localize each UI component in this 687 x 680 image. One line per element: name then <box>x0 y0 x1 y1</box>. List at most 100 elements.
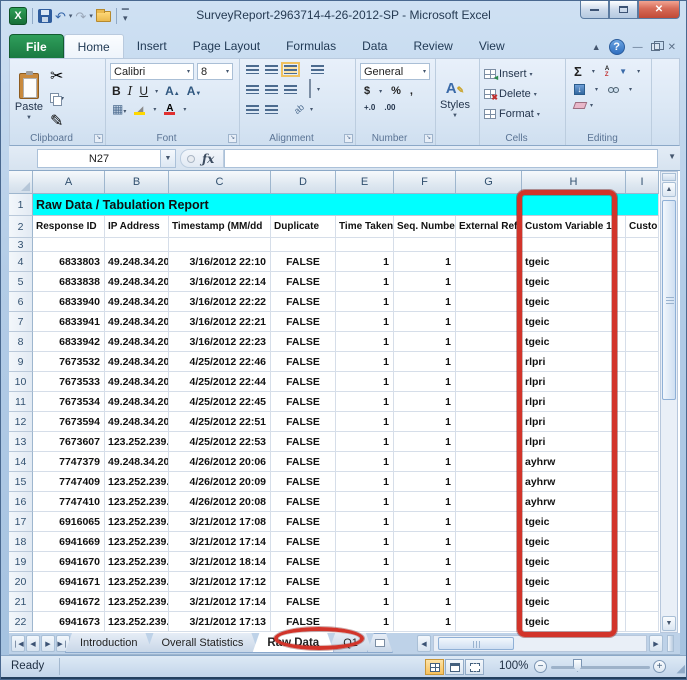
cell-F10[interactable]: 1 <box>394 372 456 392</box>
center-icon[interactable] <box>265 85 278 94</box>
cell-B19[interactable]: 123.252.239.3 <box>105 552 169 572</box>
next-sheet-icon[interactable]: ▶ <box>41 635 55 652</box>
decrease-decimal-button[interactable]: .00 <box>384 103 395 112</box>
cell-G15[interactable] <box>456 472 522 492</box>
cell-E8[interactable]: 1 <box>336 332 394 352</box>
clipboard-dialog-launcher[interactable]: ↘ <box>94 134 103 143</box>
cell-E9[interactable]: 1 <box>336 352 394 372</box>
cell-H21[interactable]: tgeic <box>522 592 626 612</box>
cell-G11[interactable] <box>456 392 522 412</box>
cell-A18[interactable]: 6941669 <box>33 532 105 552</box>
row-header-19[interactable]: 19 <box>9 552 33 572</box>
cell-G9[interactable] <box>456 352 522 372</box>
font-dialog-launcher[interactable]: ↘ <box>228 134 237 143</box>
ribbon-tab-data[interactable]: Data <box>349 34 400 58</box>
cell-F19[interactable]: 1 <box>394 552 456 572</box>
cell-B11[interactable]: 49.248.34.202 <box>105 392 169 412</box>
cell-F7[interactable]: 1 <box>394 312 456 332</box>
cell-B9[interactable]: 49.248.34.202 <box>105 352 169 372</box>
cell-C20[interactable]: 3/21/2012 17:12 <box>169 572 271 592</box>
cell-A6[interactable]: 6833940 <box>33 292 105 312</box>
cell-G21[interactable] <box>456 592 522 612</box>
cell-E4[interactable]: 1 <box>336 252 394 272</box>
cell-E21[interactable]: 1 <box>336 592 394 612</box>
cell-F9[interactable]: 1 <box>394 352 456 372</box>
underline-button[interactable]: U <box>139 84 148 98</box>
cell-E19[interactable]: 1 <box>336 552 394 572</box>
row-header-3[interactable]: 3 <box>9 238 33 252</box>
comma-button[interactable]: , <box>410 85 413 97</box>
cell-H6[interactable]: tgeic <box>522 292 626 312</box>
cell-D19[interactable]: FALSE <box>271 552 336 572</box>
cell-A19[interactable]: 6941670 <box>33 552 105 572</box>
cell-H22[interactable]: tgeic <box>522 612 626 632</box>
column-header-A[interactable]: A <box>33 171 105 194</box>
header-cell-external-referen[interactable]: External Referen <box>456 216 522 238</box>
cell-E14[interactable]: 1 <box>336 452 394 472</box>
cell-A5[interactable]: 6833838 <box>33 272 105 292</box>
align-left-icon[interactable] <box>246 85 259 94</box>
row-header-9[interactable]: 9 <box>9 352 33 372</box>
cell-A13[interactable]: 7673607 <box>33 432 105 452</box>
cell-G18[interactable] <box>456 532 522 552</box>
cell-B17[interactable]: 123.252.239.3 <box>105 512 169 532</box>
styles-button[interactable]: A✎ Styles ▼ <box>436 62 474 136</box>
insert-function-icon[interactable]: ƒx <box>202 152 214 166</box>
row-header-11[interactable]: 11 <box>9 392 33 412</box>
column-header-B[interactable]: B <box>105 171 169 194</box>
cell-F14[interactable]: 1 <box>394 452 456 472</box>
row-header-17[interactable]: 17 <box>9 512 33 532</box>
vertical-scrollbar[interactable]: ▲ ▼ <box>660 171 678 633</box>
row-header-12[interactable]: 12 <box>9 412 33 432</box>
cell-B13[interactable]: 123.252.239.3 <box>105 432 169 452</box>
zoom-in-icon[interactable]: + <box>653 660 666 673</box>
cell-H10[interactable]: rlpri <box>522 372 626 392</box>
cell-I22[interactable] <box>626 612 659 632</box>
cell-D15[interactable]: FALSE <box>271 472 336 492</box>
cell-H18[interactable]: tgeic <box>522 532 626 552</box>
cell-G8[interactable] <box>456 332 522 352</box>
format-cells-button[interactable]: Format▾ <box>480 104 565 124</box>
ribbon-tab-insert[interactable]: Insert <box>124 34 180 58</box>
cell-F6[interactable]: 1 <box>394 292 456 312</box>
sheet-tab-q1[interactable]: Q1 <box>328 633 373 653</box>
collapse-ribbon-icon[interactable]: ▲ <box>592 42 601 52</box>
cell-C22[interactable]: 3/21/2012 17:13 <box>169 612 271 632</box>
cell-C11[interactable]: 4/25/2012 22:45 <box>169 392 271 412</box>
empty-cell[interactable] <box>271 238 336 252</box>
cell-F17[interactable]: 1 <box>394 512 456 532</box>
column-header-C[interactable]: C <box>169 171 271 194</box>
horizontal-scrollbar[interactable] <box>433 635 647 652</box>
cell-F11[interactable]: 1 <box>394 392 456 412</box>
italic-button[interactable]: I <box>128 84 133 98</box>
cell-G17[interactable] <box>456 512 522 532</box>
cell-D9[interactable]: FALSE <box>271 352 336 372</box>
cell-E15[interactable]: 1 <box>336 472 394 492</box>
cell-C19[interactable]: 3/21/2012 18:14 <box>169 552 271 572</box>
font-name-select[interactable]: Calibri▾ <box>110 63 194 80</box>
cell-G22[interactable] <box>456 612 522 632</box>
cell-C14[interactable]: 4/26/2012 20:06 <box>169 452 271 472</box>
column-header-G[interactable]: G <box>456 171 522 194</box>
cell-B15[interactable]: 123.252.239.3 <box>105 472 169 492</box>
ribbon-tab-page-layout[interactable]: Page Layout <box>180 34 273 58</box>
cell-F5[interactable]: 1 <box>394 272 456 292</box>
cell-I19[interactable] <box>626 552 659 572</box>
cell-A10[interactable]: 7673533 <box>33 372 105 392</box>
cell-H11[interactable]: rlpri <box>522 392 626 412</box>
decrease-indent-icon[interactable] <box>246 105 259 114</box>
paste-button[interactable]: Paste ▼ <box>12 62 46 132</box>
cell-E11[interactable]: 1 <box>336 392 394 412</box>
header-cell-ip-address[interactable]: IP Address <box>105 216 169 238</box>
cell-G6[interactable] <box>456 292 522 312</box>
normal-view-button[interactable] <box>425 659 444 675</box>
close-button[interactable]: ✕ <box>638 1 680 19</box>
cell-I6[interactable] <box>626 292 659 312</box>
vertical-scroll-thumb[interactable] <box>662 200 676 400</box>
cell-D5[interactable]: FALSE <box>271 272 336 292</box>
cell-B14[interactable]: 49.248.34.202 <box>105 452 169 472</box>
header-cell-custom-v[interactable]: Custom V <box>626 216 659 238</box>
cell-B8[interactable]: 49.248.34.202 <box>105 332 169 352</box>
resize-grip-icon[interactable]: ◢ <box>677 662 685 675</box>
cell-I17[interactable] <box>626 512 659 532</box>
